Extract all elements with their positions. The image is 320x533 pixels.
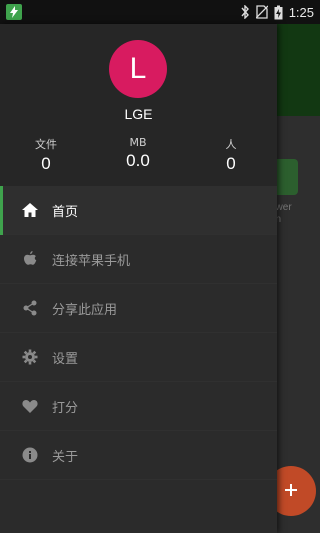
bluetooth-icon — [240, 5, 250, 19]
stat-mb-label: MB — [129, 136, 147, 149]
stat-mb-value: 0.0 — [126, 151, 150, 170]
home-icon — [22, 202, 38, 218]
menu-item-connect-iphone[interactable]: 连接苹果手机 — [0, 235, 277, 284]
avatar[interactable]: L — [109, 40, 167, 98]
stat-files-value: 0 — [41, 154, 51, 173]
no-sim-icon — [255, 5, 268, 19]
profile-header: L LGE 文件 0 MB 0.0 人 0 — [0, 24, 277, 186]
menu-item-share-app-label: 分享此应用 — [52, 302, 118, 318]
battery-charging-icon — [274, 5, 283, 20]
menu-item-home-label: 首页 — [52, 204, 79, 220]
drawer-menu: 首页 连接苹果手机 分享此应用 设置 打分 关于 — [0, 186, 277, 480]
navigation-drawer: L LGE 文件 0 MB 0.0 人 0 首页 连接苹果手机 分享此应用 设置… — [0, 24, 277, 533]
stat-people-value: 0 — [226, 154, 236, 173]
menu-item-settings-label: 设置 — [52, 351, 79, 367]
share-icon — [22, 300, 38, 316]
stat-files: 文件 0 — [16, 136, 76, 174]
menu-item-rate[interactable]: 打分 — [0, 382, 277, 431]
stat-mb: MB 0.0 — [108, 136, 168, 171]
status-time: 1:25 — [288, 4, 314, 20]
menu-item-home[interactable]: 首页 — [0, 186, 277, 235]
menu-item-about[interactable]: 关于 — [0, 431, 277, 480]
info-icon — [22, 447, 38, 463]
menu-item-rate-label: 打分 — [52, 400, 79, 416]
heart-icon — [22, 398, 38, 414]
stat-people: 人 0 — [201, 136, 261, 174]
menu-item-settings[interactable]: 设置 — [0, 333, 277, 382]
stat-people-label: 人 — [225, 138, 237, 151]
apple-icon — [22, 251, 38, 267]
username: LGE — [124, 106, 153, 122]
menu-item-share-app[interactable]: 分享此应用 — [0, 284, 277, 333]
gear-icon — [22, 349, 38, 365]
menu-item-about-label: 关于 — [52, 449, 79, 465]
app-notification-icon — [6, 4, 22, 20]
menu-item-connect-iphone-label: 连接苹果手机 — [52, 253, 131, 269]
stat-files-label: 文件 — [35, 138, 57, 151]
status-bar: 1:25 — [0, 0, 320, 24]
add-icon — [284, 482, 298, 501]
